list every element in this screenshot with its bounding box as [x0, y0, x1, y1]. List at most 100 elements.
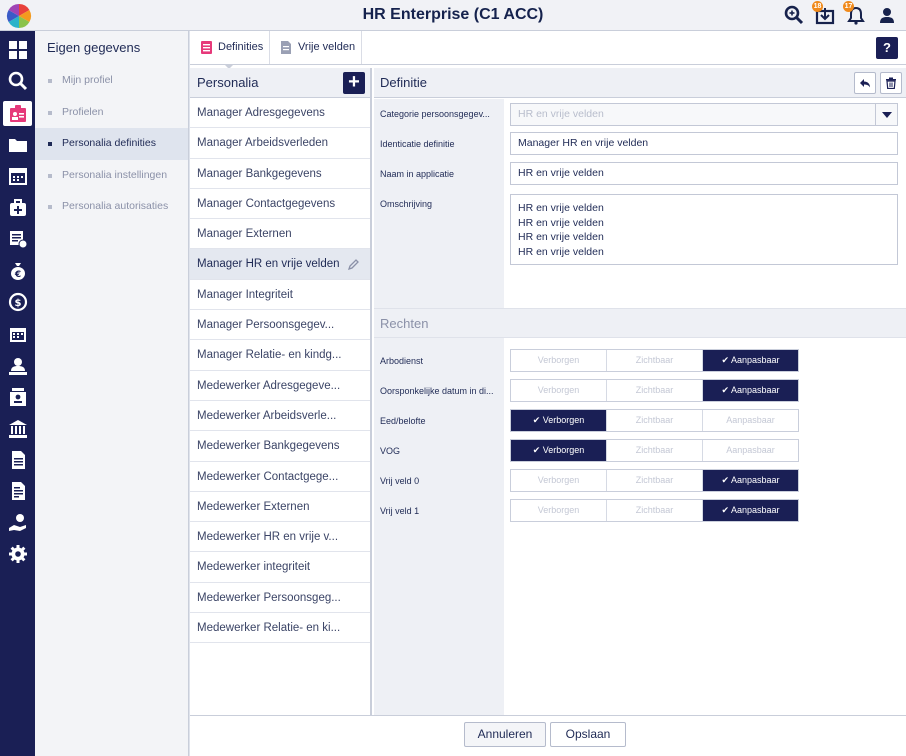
list-item[interactable]: Manager Integriteit — [190, 280, 370, 311]
task-list-icon[interactable] — [5, 226, 30, 251]
subnav-item-profielen[interactable]: Profielen — [35, 97, 188, 129]
subnav-item-personalia-autorisaties[interactable]: Personalia autorisaties — [35, 191, 188, 223]
permission-option-zichtbaar[interactable]: Zichtbaar — [607, 500, 703, 521]
permission-option-aanpasbaar[interactable]: Aanpasbaar — [703, 440, 798, 461]
list-item[interactable]: Medewerker integriteit — [190, 552, 370, 583]
employee-map-icon[interactable] — [5, 353, 30, 378]
permission-option-verborgen[interactable]: Verborgen — [511, 470, 607, 491]
list-item[interactable]: Medewerker Adresgegeve... — [190, 371, 370, 401]
permission-option-aanpasbaar[interactable]: ✔ Aanpasbaar — [703, 470, 798, 491]
list-item-selected[interactable]: Manager HR en vrije velden — [190, 249, 370, 280]
undo-button[interactable] — [854, 72, 876, 94]
personal-card-icon[interactable] — [3, 101, 32, 126]
subnav-item-personalia-instellingen[interactable]: Personalia instellingen — [35, 160, 188, 192]
check-icon: ✔ — [721, 475, 731, 485]
permission-option-label: Verborgen — [537, 355, 580, 365]
svg-text:$: $ — [14, 298, 21, 309]
permission-option-label: Verborgen — [537, 385, 580, 395]
permission-option-zichtbaar[interactable]: Zichtbaar — [607, 410, 703, 431]
permission-option-label: Zichtbaar — [635, 415, 674, 425]
list-item[interactable]: Medewerker Persoonsgeg... — [190, 583, 370, 614]
report-icon[interactable] — [5, 478, 30, 503]
list-item[interactable]: Medewerker Relatie- en ki... — [190, 613, 370, 644]
list-item-label: Manager HR en vrije velden — [197, 258, 340, 271]
permission-option-zichtbaar[interactable]: Zichtbaar — [607, 350, 703, 371]
permission-option-label: Aanpasbaar — [731, 355, 780, 365]
calendar-icon[interactable] — [5, 163, 30, 188]
categorie-select[interactable]: HR en vrije velden — [510, 103, 898, 126]
list-item[interactable]: Manager Bankgegevens — [190, 159, 370, 189]
check-icon: ✔ — [721, 355, 731, 365]
medical-kit-icon[interactable] — [5, 195, 30, 220]
label-column — [374, 99, 504, 715]
folder-icon[interactable] — [5, 132, 30, 157]
permission-option-label: Zichtbaar — [635, 355, 674, 365]
omschrijving-label: Omschrijving — [380, 199, 433, 209]
search-icon[interactable] — [5, 68, 30, 93]
subnav-item-mijn-profiel[interactable]: Mijn profiel — [35, 65, 188, 97]
permission-option-verborgen[interactable]: ✔ Verborgen — [511, 440, 607, 461]
subnav-item-personalia-definities[interactable]: Personalia definities — [35, 128, 188, 160]
permission-option-verborgen[interactable]: ✔ Verborgen — [511, 410, 607, 431]
list-item[interactable]: Manager Persoonsgegev... — [190, 310, 370, 341]
tab-vrije-velden[interactable]: Vrije velden — [270, 31, 362, 64]
list-item[interactable]: Manager Contactgegevens — [190, 189, 370, 220]
naam-field[interactable]: HR en vrije velden — [510, 162, 898, 185]
permission-option-label: Verborgen — [537, 475, 580, 485]
schedule-icon[interactable] — [5, 321, 30, 346]
list-item[interactable]: Medewerker Contactgege... — [190, 462, 370, 492]
cancel-button[interactable]: Annuleren — [464, 722, 546, 747]
document-icon[interactable] — [5, 447, 30, 472]
top-bar: HR Enterprise (C1 ACC) 18 17 — [0, 0, 906, 31]
permission-option-aanpasbaar[interactable]: ✔ Aanpasbaar — [703, 380, 798, 401]
chevron-down-icon[interactable] — [875, 104, 897, 125]
list-item[interactable]: Medewerker Externen — [190, 492, 370, 523]
permission-option-label: Aanpasbaar — [731, 385, 780, 395]
permission-option-verborgen[interactable]: Verborgen — [511, 500, 607, 521]
list-item[interactable]: Manager Relatie- en kindg... — [190, 340, 370, 371]
list-item[interactable]: Medewerker Bankgegevens — [190, 431, 370, 462]
inbox-icon[interactable]: 18 — [812, 1, 836, 26]
personalia-header: Personalia + — [190, 68, 370, 98]
tab-definities[interactable]: Definities — [190, 31, 270, 69]
definitie-title: Definitie — [380, 75, 427, 90]
hand-user-icon[interactable] — [5, 510, 30, 535]
permission-option-verborgen[interactable]: Verborgen — [511, 380, 607, 401]
permission-option-label: Verborgen — [537, 505, 580, 515]
pencil-icon[interactable] — [348, 258, 360, 271]
rechten-row-label: Vrij veld 0 — [380, 476, 420, 486]
permission-option-aanpasbaar[interactable]: Aanpasbaar — [703, 410, 798, 431]
permission-option-aanpasbaar[interactable]: ✔ Aanpasbaar — [703, 350, 798, 371]
settings-gear-icon[interactable] — [5, 541, 30, 566]
salary-cycle-icon[interactable]: $ — [5, 289, 30, 314]
global-search-icon[interactable] — [783, 4, 805, 26]
rechten-row-label: Oorsponkelijke datum in di... — [380, 386, 494, 396]
permission-toggle-group: Verborgen Zichtbaar ✔ Aanpasbaar — [510, 469, 799, 492]
permission-option-verborgen[interactable]: Verborgen — [511, 350, 607, 371]
permission-option-zichtbaar[interactable]: Zichtbaar — [607, 440, 703, 461]
delete-button[interactable] — [880, 72, 902, 94]
permission-option-zichtbaar[interactable]: Zichtbaar — [607, 470, 703, 491]
list-item[interactable]: Manager Arbeidsverleden — [190, 128, 370, 159]
tabs-bar: Definities Vrije velden ? — [190, 31, 906, 69]
check-icon: ✔ — [532, 415, 543, 425]
list-item[interactable]: Medewerker HR en vrije v... — [190, 522, 370, 553]
list-item[interactable]: Medewerker Arbeidsverle... — [190, 401, 370, 432]
user-menu-icon[interactable] — [876, 4, 898, 26]
omschrijving-textarea[interactable]: HR en vrije velden HR en vrije velden HR… — [510, 194, 898, 265]
identicatie-field[interactable]: Manager HR en vrije velden — [510, 132, 898, 155]
notifications-bell-icon[interactable]: 17 — [843, 1, 867, 26]
dashboard-icon[interactable] — [5, 37, 30, 62]
permission-toggle-group: Verborgen Zichtbaar ✔ Aanpasbaar — [510, 379, 799, 402]
contract-icon[interactable] — [5, 384, 30, 409]
permission-option-label: Zichtbaar — [635, 385, 674, 395]
help-button[interactable]: ? — [876, 37, 898, 59]
permission-option-zichtbaar[interactable]: Zichtbaar — [607, 380, 703, 401]
save-button[interactable]: Opslaan — [550, 722, 626, 747]
add-personalia-button[interactable]: + — [343, 72, 365, 94]
money-bag-icon[interactable]: € — [5, 258, 30, 283]
permission-option-aanpasbaar[interactable]: ✔ Aanpasbaar — [703, 500, 798, 521]
institution-icon[interactable] — [5, 416, 30, 441]
list-item[interactable]: Manager Adresgegevens — [190, 98, 370, 129]
list-item[interactable]: Manager Externen — [190, 219, 370, 250]
